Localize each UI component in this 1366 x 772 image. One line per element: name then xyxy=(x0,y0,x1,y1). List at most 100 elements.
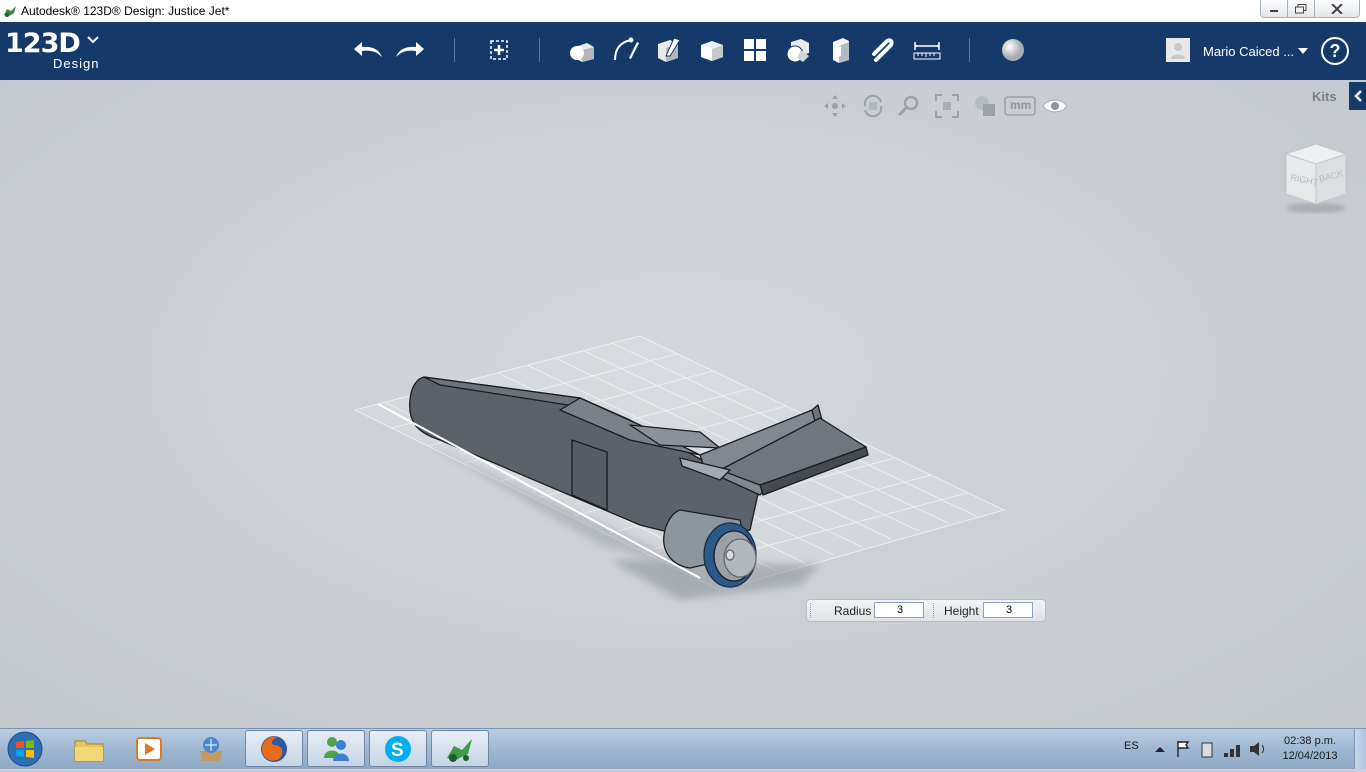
jet-model[interactable] xyxy=(340,320,1020,610)
user-name[interactable]: Mario Caiced ... xyxy=(1203,44,1294,59)
undo-icon xyxy=(354,42,382,57)
units-label: mm xyxy=(1010,98,1032,112)
primitive-dimensions-panel: Radius Height xyxy=(806,599,1046,622)
chevron-down-icon xyxy=(87,36,99,44)
toolbar-separator xyxy=(539,38,540,62)
pattern-button[interactable] xyxy=(737,32,773,68)
chevron-left-icon xyxy=(1353,90,1362,102)
sketch-button[interactable] xyxy=(608,32,644,68)
window-title: Autodesk® 123D® Design: Justice Jet* xyxy=(21,4,230,18)
measure-button[interactable] xyxy=(909,32,945,68)
toolbar-separator xyxy=(969,38,970,62)
fit-button[interactable] xyxy=(932,92,962,120)
firefox-icon xyxy=(261,735,287,762)
window-title-bar: Autodesk® 123D® Design: Justice Jet* xyxy=(0,0,1366,23)
close-button[interactable] xyxy=(1314,0,1360,18)
user-icon xyxy=(1171,43,1185,59)
clock[interactable]: 02:38 p.m. 12/04/2013 xyxy=(1278,734,1342,764)
primitives-button[interactable] xyxy=(564,32,600,68)
visibility-button[interactable] xyxy=(1040,92,1070,120)
toolbar-separator xyxy=(454,38,455,62)
material-icon xyxy=(1002,39,1024,61)
input-language[interactable]: ES xyxy=(1124,740,1139,752)
snap-icon xyxy=(872,38,894,62)
visibility-icon xyxy=(1042,99,1068,113)
pan-button[interactable] xyxy=(820,92,850,120)
pan-icon xyxy=(824,95,846,117)
restore-icon xyxy=(1295,3,1307,13)
action-center-icon xyxy=(1177,741,1190,757)
primitives-icon xyxy=(570,43,594,62)
taskbar-app[interactable] xyxy=(182,730,240,767)
combine-button[interactable] xyxy=(823,32,859,68)
kits-panel-toggle[interactable] xyxy=(1349,82,1366,110)
units-button[interactable]: mm xyxy=(1004,92,1036,120)
volume-icon xyxy=(1250,742,1259,756)
panel-grip[interactable] xyxy=(810,603,815,618)
zoom-icon xyxy=(897,95,919,117)
messenger-icon xyxy=(324,736,349,761)
logo-text: 123D xyxy=(5,28,81,59)
pattern-icon xyxy=(744,39,766,61)
media-player-icon xyxy=(136,736,162,761)
main-toolbar: 123D Design Mario Caiced ... ? xyxy=(0,22,1366,90)
taskbar-explorer[interactable] xyxy=(60,730,118,767)
system-tray xyxy=(1155,741,1264,758)
restore-button[interactable] xyxy=(1287,0,1315,18)
clock-time: 02:38 p.m. xyxy=(1284,735,1336,747)
zoom-button[interactable] xyxy=(894,92,924,120)
app-icon xyxy=(200,736,222,761)
modify-icon xyxy=(701,41,723,61)
material-view-icon xyxy=(975,96,995,116)
view-cube[interactable]: RIGHT BACK xyxy=(1280,140,1352,216)
group-button[interactable] xyxy=(780,32,816,68)
material-view-button[interactable] xyxy=(970,92,1000,120)
undo-button[interactable] xyxy=(350,32,386,68)
minimize-icon xyxy=(1270,9,1278,12)
combine-icon xyxy=(833,38,849,63)
logo-subtext: Design xyxy=(53,56,100,71)
taskbar-123d-design[interactable] xyxy=(431,730,489,767)
redo-icon xyxy=(396,42,424,57)
radius-input[interactable] xyxy=(874,602,924,618)
measure-icon xyxy=(913,42,941,60)
group-icon xyxy=(786,39,809,63)
sketch-icon xyxy=(614,37,639,61)
taskbar-skype[interactable]: S xyxy=(369,730,427,767)
close-icon xyxy=(1331,3,1343,14)
construct-icon xyxy=(658,37,681,62)
transform-icon xyxy=(490,40,508,60)
construct-button[interactable] xyxy=(651,32,687,68)
kits-label[interactable]: Kits xyxy=(1312,89,1337,104)
device-icon xyxy=(1201,742,1213,758)
snap-button[interactable] xyxy=(866,32,902,68)
windows-logo-icon xyxy=(7,731,43,767)
help-button[interactable]: ? xyxy=(1321,37,1349,65)
minimize-button[interactable] xyxy=(1260,0,1288,18)
material-button[interactable] xyxy=(995,32,1031,68)
start-button[interactable] xyxy=(6,731,44,767)
app-logo-icon xyxy=(4,6,16,17)
taskbar-firefox[interactable] xyxy=(245,730,303,767)
network-icon xyxy=(1224,745,1240,757)
modify-button[interactable] xyxy=(694,32,730,68)
user-avatar[interactable] xyxy=(1166,38,1190,62)
show-desktop-button[interactable] xyxy=(1354,729,1366,769)
orbit-button[interactable] xyxy=(858,92,888,120)
123d-design-icon xyxy=(447,738,472,762)
radius-label: Radius xyxy=(834,604,872,618)
taskbar-media-player[interactable] xyxy=(120,730,178,767)
height-label: Height xyxy=(944,604,979,618)
fit-icon xyxy=(935,94,959,118)
caret-down-icon[interactable] xyxy=(1298,48,1308,54)
panel-separator xyxy=(933,603,938,618)
transform-button[interactable] xyxy=(481,32,517,68)
redo-button[interactable] xyxy=(392,32,428,68)
orbit-icon xyxy=(863,94,883,118)
windows-taskbar: S ES 02:38 p.m. 12/04/2013 xyxy=(0,728,1366,769)
taskbar-messenger[interactable] xyxy=(307,730,365,767)
skype-icon: S xyxy=(385,735,411,762)
height-input[interactable] xyxy=(983,602,1033,618)
svg-text:S: S xyxy=(391,740,404,761)
show-hidden-icons-icon xyxy=(1155,747,1165,752)
